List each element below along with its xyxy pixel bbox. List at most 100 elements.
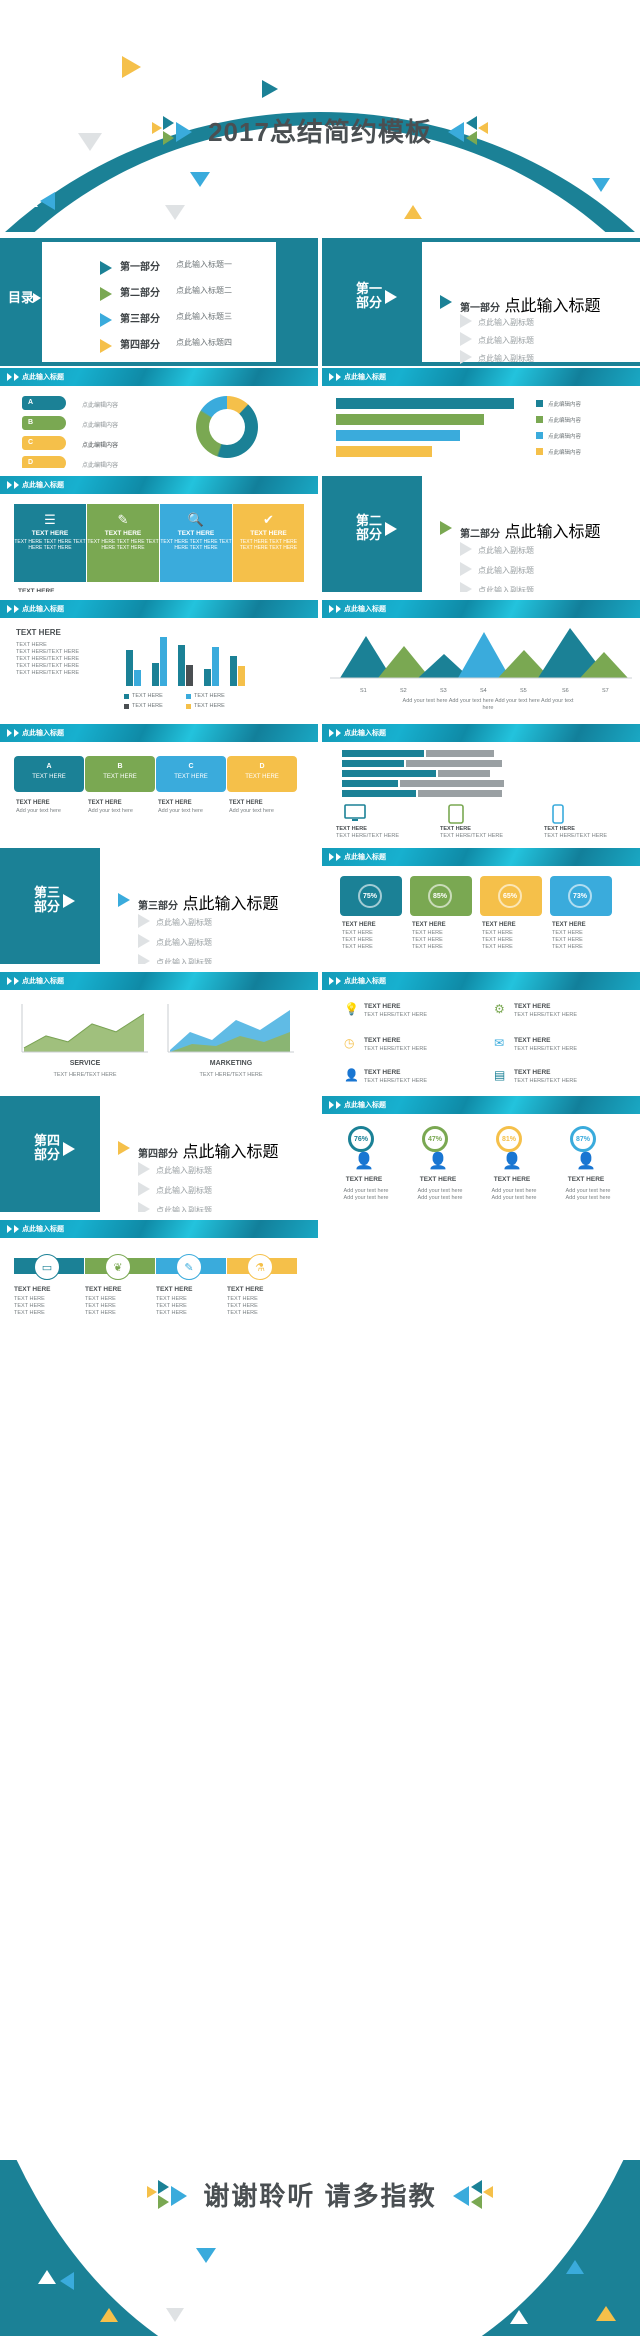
legend-swatch-1 (536, 400, 543, 407)
section-sub-2[interactable]: 点此输入副标题 (460, 560, 534, 578)
slide-badges: 点此输入标题 ▭ ❦ ✎ ⚗ TEXT HERE TEXT HERE TEXT … (0, 1220, 318, 1336)
icon-column-head: TEXT HERE (177, 530, 215, 537)
list-icon: ☰ (44, 512, 56, 527)
legend-text-c: 点此编辑内容 (82, 443, 119, 449)
slide-section-3: 第三 部分 第三部分 点此输入标题 点此输入副标题 点此输入副标题 点此输入副标… (0, 848, 318, 964)
laptop-icon: ▭ (34, 1254, 60, 1280)
section-sub-1[interactable]: 点此输入副标题 (138, 1160, 212, 1178)
section-sub-2[interactable]: 点此输入副标题 (138, 1180, 212, 1198)
slide-header-bar: 点此输入标题 (322, 368, 640, 386)
slide-body: A 点此编辑内容 B 点此编辑内容 C 点此编辑内容 D 点此编辑内容 (0, 386, 318, 468)
slide-header-bar: 点此输入标题 (322, 1096, 640, 1114)
section-sub-3[interactable]: 点此输入副标题 (460, 580, 534, 592)
slide-blank (322, 1220, 640, 1336)
icon-column-3[interactable]: 🔍 TEXT HERE TEXT HERE TEXT HERE TEXT HER… (160, 504, 232, 582)
section-main-sub: 点此输入标题 (182, 896, 279, 913)
triangle-bullet-icon (440, 295, 452, 309)
section-sub-3[interactable]: 点此输入副标题 (138, 952, 212, 964)
toc-label-arrow-icon (33, 293, 41, 303)
legend-swatch-2 (536, 416, 543, 423)
people-body-3: Add your text here Add your text here (491, 1188, 537, 1201)
deco-triangle-gray (166, 2308, 184, 2322)
legend-text-b: 点此编辑内容 (82, 423, 119, 429)
legend-label-1: TEXT HERE (132, 693, 163, 699)
deco-triangle-teal (262, 80, 278, 98)
legend-label-4: 点此编辑内容 (548, 450, 582, 456)
section-sub-3[interactable]: 点此输入副标题 (460, 348, 534, 366)
section-sub-label: 点此输入副标题 (478, 318, 534, 327)
slide-header-bar: 点此输入标题 (322, 848, 640, 866)
header-arrow-icon (336, 977, 341, 985)
section-sub-1[interactable]: 点此输入副标题 (460, 312, 534, 330)
stack-bar (406, 760, 502, 767)
section-sub-1[interactable]: 点此输入副标题 (138, 912, 212, 930)
user-icon: 👤 (344, 1068, 359, 1082)
icon-column-1[interactable]: ☰ TEXT HERE TEXT HERE TEXT HERE TEXT HER… (14, 504, 86, 582)
section-main-row[interactable]: 第三部分 点此输入标题 (118, 890, 278, 914)
area-panel-sub-2: TEXT HERE/TEXT HERE (199, 1072, 263, 1078)
percent-card-3[interactable]: 65% (480, 876, 542, 916)
percent-card-4[interactable]: 73% (550, 876, 612, 916)
toc-item-sub: 点此输入标题二 (176, 286, 232, 295)
ribbon-body-d: Add your text here (229, 808, 274, 814)
legend-pill-c: C (22, 436, 66, 450)
ribbon-block-a[interactable]: A TEXT HERE (14, 756, 84, 792)
ribbon-key: B (117, 763, 123, 770)
people-ring-1: 76% (348, 1126, 374, 1152)
ribbon-key: C (188, 763, 194, 770)
column-chart-plot (120, 628, 250, 686)
section-sub-2[interactable]: 点此输入副标题 (138, 932, 212, 950)
section-main-sub: 点此输入标题 (504, 524, 601, 541)
slide-body: SERVICE TEXT HERE/TEXT HERE MARKETING TE… (0, 990, 318, 1088)
slide-body: S1 S2 S3 S4 S5 S6 S7 Add your text here … (322, 618, 640, 716)
ribbon-head-d: TEXT HERE (229, 800, 263, 806)
ribbon-head-a: TEXT HERE (16, 800, 50, 806)
section-main-row[interactable]: 第二部分 点此输入标题 (440, 518, 600, 542)
area-panel-title-1: SERVICE (69, 1060, 101, 1067)
percent-card-1[interactable]: 75% (340, 876, 402, 916)
slide-two-area: 点此输入标题 SERVICE TEXT HERE/TEXT HERE MARKE… (0, 972, 318, 1088)
section-sub-3[interactable]: 点此输入副标题 (138, 1200, 212, 1212)
four-icons-title: TEXT HERE (18, 588, 55, 592)
toc-item-name: 第一部分 (120, 262, 160, 273)
device-sub-3: TEXT HERE/TEXT HERE (544, 833, 608, 839)
slide-header-bar: 点此输入标题 (0, 724, 318, 742)
icon-column-body: TEXT HERE TEXT HERE TEXT HERE TEXT HERE (239, 539, 298, 551)
section-sub-2[interactable]: 点此输入副标题 (460, 330, 534, 348)
hbar-4 (336, 446, 432, 457)
section-sub-label: 点此输入副标题 (156, 1186, 212, 1195)
icon-column-head: TEXT HERE (31, 530, 69, 537)
stack-bar (342, 790, 416, 797)
section-title-line2: 部分 (356, 527, 383, 542)
deco-triangle-blue (40, 192, 55, 210)
percent-card-2[interactable]: 85% (410, 876, 472, 916)
section-main-row[interactable]: 第四部分 点此输入标题 (118, 1138, 278, 1162)
triangle-bullet-icon (460, 350, 472, 364)
icon-column-2[interactable]: ✎ TEXT HERE TEXT HERE TEXT HERE TEXT HER… (87, 504, 159, 582)
grid-sub-3: TEXT HERE/TEXT HERE (364, 1046, 428, 1052)
ribbon-block-d[interactable]: D TEXT HERE (227, 756, 297, 792)
pencil-icon: ✎ (117, 512, 129, 527)
icon-column-4[interactable]: ✔ TEXT HERE TEXT HERE TEXT HERE TEXT HER… (233, 504, 304, 582)
section-sub-1[interactable]: 点此输入副标题 (460, 540, 534, 558)
area-caption: Add your text here Add your text here Ad… (402, 698, 574, 711)
slide-percent-cards: 点此输入标题 75% 85% 65% 73% TEXT HERE TEXT HE… (322, 848, 640, 964)
legend-pill-b: B (22, 416, 66, 430)
slide-header-bar: 点此输入标题 (322, 724, 640, 742)
section-arrow-icon (63, 894, 76, 908)
triangle-bullet-icon (138, 1182, 150, 1196)
ribbon-block-b[interactable]: B TEXT HERE (85, 756, 155, 792)
slide-body: TEXT HERE TEXT HERE/TEXT HERE TEXT HERE … (322, 742, 640, 840)
toc-panel: 第一部分 点此输入标题一 第二部分 点此输入标题二 第三部分 点此输入标题三 第… (42, 242, 276, 362)
triangle-bullet-icon (138, 934, 150, 948)
clock-icon: ◷ (344, 1036, 355, 1050)
pencil-icon: ✎ (176, 1254, 202, 1280)
slide-body: ▭ ❦ ✎ ⚗ TEXT HERE TEXT HERE TEXT HERE TE… (0, 1238, 318, 1336)
person-icon-4: 👤 (576, 1153, 596, 1170)
ribbon-label: TEXT HERE (174, 774, 208, 780)
stack-bar (438, 770, 490, 777)
legend-label-2: TEXT HERE (194, 693, 225, 699)
deco-triangle-blue (60, 2272, 74, 2290)
ribbon-body-a: Add your text here (16, 808, 61, 814)
ribbon-block-c[interactable]: C TEXT HERE (156, 756, 226, 792)
